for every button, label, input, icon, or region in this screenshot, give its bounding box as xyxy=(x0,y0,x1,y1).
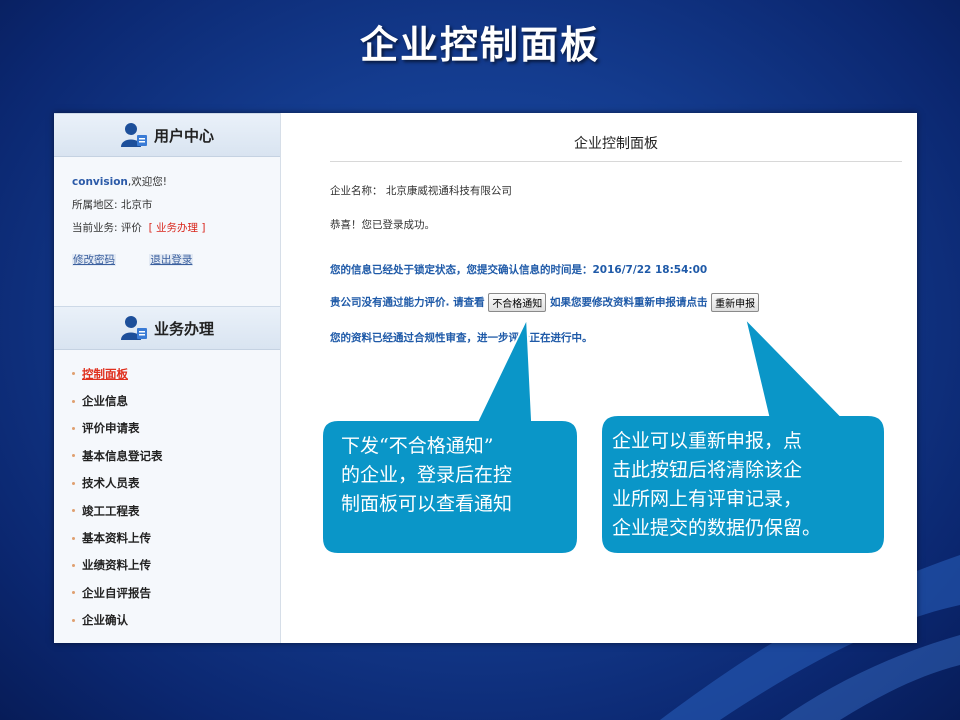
bullet-icon xyxy=(72,372,75,376)
change-password-link[interactable]: 修改密码 xyxy=(72,254,116,266)
business-bracket-open: [ xyxy=(148,222,156,234)
business-label: 当前业务: 评价 xyxy=(72,222,142,234)
menu-item-basic-registration[interactable]: 基本信息登记表 xyxy=(72,442,163,469)
region-value: 北京市 xyxy=(120,199,153,211)
main-content: 企业控制面板 企业名称： 北京康威视通科技有限公司 恭喜！您已登录成功。 您的信… xyxy=(330,113,902,643)
bullet-icon xyxy=(72,618,75,622)
welcome-text: ,欢迎您! xyxy=(127,176,167,188)
business-menu: 控制面板 企业信息 评价申请表 基本信息登记表 技术人员表 竣工工程表 基本资料… xyxy=(72,360,163,634)
sidebar: 用户中心 convision,欢迎您! 所属地区: 北京市 当前业务: 评价 [… xyxy=(54,113,281,643)
user-icon xyxy=(120,316,147,340)
menu-item-control-panel[interactable]: 控制面板 xyxy=(72,360,163,387)
menu-item-performance-upload[interactable]: 业绩资料上传 xyxy=(72,552,163,579)
bullet-icon xyxy=(72,481,75,485)
region-label: 所属地区: xyxy=(72,199,121,211)
bullet-icon xyxy=(72,454,75,458)
menu-item-company-info[interactable]: 企业信息 xyxy=(72,387,163,414)
review-status-text: 您的资料已经通过合规性审查，进一步评价正在进行中。 xyxy=(330,332,593,344)
menu-item-label: 技术人员表 xyxy=(82,476,140,491)
company-name: 北京康威视通科技有限公司 xyxy=(385,185,512,197)
business-title: 业务办理 xyxy=(153,319,214,338)
user-links: 修改密码 退出登录 xyxy=(72,252,223,267)
callout-line: 企业提交的数据仍保留。 xyxy=(612,517,822,539)
fail-notice-button[interactable]: 不合格通知 xyxy=(488,293,547,312)
menu-item-label: 基本资料上传 xyxy=(82,531,151,546)
user-info: convision,欢迎您! 所属地区: 北京市 当前业务: 评价 [ 业务办理… xyxy=(72,171,205,240)
page-title: 企业控制面板 xyxy=(330,133,902,162)
company-line: 企业名称： 北京康威视通科技有限公司 xyxy=(330,183,512,198)
menu-item-completed-projects[interactable]: 竣工工程表 xyxy=(72,497,163,524)
business-link[interactable]: 业务办理 xyxy=(156,222,198,234)
user-center-title: 用户中心 xyxy=(153,126,214,145)
fail-text: 贵公司没有通过能力评价. 请查看 xyxy=(330,296,485,309)
user-center-header: 用户中心 xyxy=(54,113,280,157)
menu-item-label: 基本信息登记表 xyxy=(82,448,163,463)
bullet-icon xyxy=(72,426,75,430)
company-label: 企业名称： xyxy=(330,185,383,197)
right-callout-text: 企业可以重新申报，点 击此按钮后将清除该企 业所网上有评审记录， 企业提交的数据… xyxy=(612,427,821,543)
screenshot-panel: 用户中心 convision,欢迎您! 所属地区: 北京市 当前业务: 评价 [… xyxy=(54,113,917,643)
menu-item-company-confirm[interactable]: 企业确认 xyxy=(72,607,163,634)
bullet-icon xyxy=(72,399,75,403)
reapply-text: 如果您要修改资料重新申报请点击 xyxy=(549,296,708,309)
left-callout-text: 下发“不合格通知” 的企业，登录后在控 制面板可以查看通知 xyxy=(341,432,512,519)
menu-item-label: 竣工工程表 xyxy=(82,503,140,518)
business-bracket-close: ] xyxy=(198,222,206,234)
user-icon xyxy=(120,123,147,147)
menu-item-evaluation-form[interactable]: 评价申请表 xyxy=(72,415,163,442)
callout-line: 业所网上有评审记录， xyxy=(612,488,803,510)
menu-item-label: 企业信息 xyxy=(82,394,128,409)
menu-item-label: 业绩资料上传 xyxy=(82,558,151,573)
slide-title: 企业控制面板 xyxy=(359,23,600,67)
bullet-icon xyxy=(72,563,75,567)
callout-line: 下发“不合格通知” xyxy=(341,435,494,457)
menu-item-label: 评价申请表 xyxy=(82,421,140,436)
locked-status-text: 您的信息已经处于锁定状态，您提交确认信息的时间是：2016/7/22 18:54… xyxy=(330,264,708,276)
username: convision xyxy=(72,176,128,188)
callout-line: 的企业，登录后在控 xyxy=(341,464,513,486)
menu-item-label: 控制面板 xyxy=(82,366,128,381)
menu-item-label: 企业自评报告 xyxy=(82,585,151,600)
menu-item-self-report[interactable]: 企业自评报告 xyxy=(72,579,163,606)
callout-line: 制面板可以查看通知 xyxy=(341,493,513,515)
bullet-icon xyxy=(72,536,75,540)
menu-item-basic-upload[interactable]: 基本资料上传 xyxy=(72,524,163,551)
bullet-icon xyxy=(72,591,75,595)
evaluation-result-line: 贵公司没有通过能力评价. 请查看 不合格通知 如果您要修改资料重新申报请点击 重… xyxy=(330,293,760,312)
menu-item-tech-staff[interactable]: 技术人员表 xyxy=(72,470,163,497)
callout-line: 企业可以重新申报，点 xyxy=(612,430,803,452)
login-success-text: 恭喜！您已登录成功。 xyxy=(330,219,435,231)
business-header: 业务办理 xyxy=(54,306,280,350)
bullet-icon xyxy=(72,509,75,513)
reapply-button[interactable]: 重新申报 xyxy=(711,293,760,312)
callout-line: 击此按钮后将清除该企 xyxy=(612,459,803,481)
logout-link[interactable]: 退出登录 xyxy=(149,254,194,266)
menu-item-label: 企业确认 xyxy=(82,613,128,628)
